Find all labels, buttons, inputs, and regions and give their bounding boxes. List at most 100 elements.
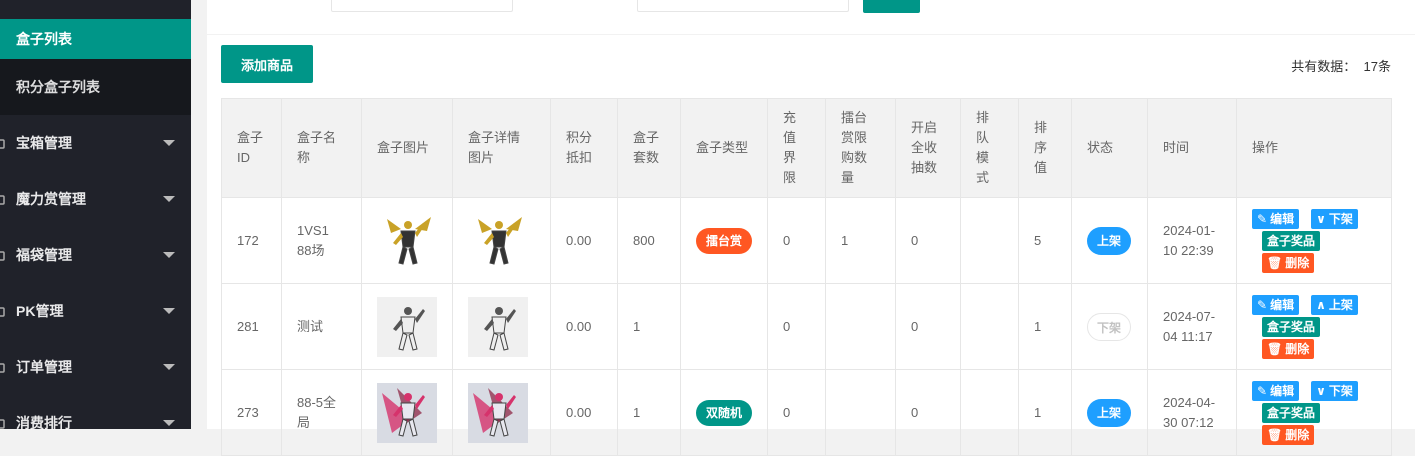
box-prize-button[interactable]: 盒子奖品 [1262, 230, 1321, 251]
delete-icon: 🗑 [1267, 427, 1283, 442]
sidebar-menu-4[interactable]: 订单管理 [0, 339, 191, 395]
search-input-2[interactable] [637, 0, 849, 12]
edit-button[interactable]: ✎ 编辑 [1252, 380, 1300, 401]
button-label: 盒子奖品 [1267, 233, 1316, 248]
box-prize-button[interactable]: 盒子奖品 [1262, 316, 1321, 337]
cell-sort: 5 [1018, 197, 1072, 284]
column-header: 排队模式 [960, 98, 1019, 198]
cell-time: 2024-07- 04 11:17 [1147, 283, 1237, 370]
search-button[interactable] [863, 0, 920, 13]
search-input-1[interactable] [331, 0, 513, 12]
cell-line: 测试 [297, 318, 324, 334]
header-text: 盒子 [237, 130, 264, 145]
cell-limit [825, 369, 896, 456]
cell-line: 2024-04- [1163, 394, 1216, 410]
button-label: 上架 [1328, 297, 1353, 312]
delete-button[interactable]: 🗑 删除 [1262, 424, 1315, 445]
delete-icon: 🗑 [1267, 255, 1283, 270]
header-text: 盒子 [633, 130, 660, 145]
sidebar-item-points-box-list[interactable]: 积分盒子列表 [0, 59, 191, 115]
cell-recharge: 0 [767, 197, 826, 284]
header-text: 操作 [1252, 140, 1279, 155]
table-row: 281 测试 0.00 1 0 0 1 下架 2024-07- 04 11:17 ✎ 编辑 ∧ 上架 盒子… [221, 283, 1392, 370]
unlist-button[interactable]: ∨ 下架 [1311, 380, 1358, 401]
cell-line: 2024-01- [1163, 222, 1216, 238]
button-label: 编辑 [1270, 297, 1295, 312]
sidebar-menu-5[interactable]: 消费排行 [0, 395, 191, 451]
delete-button[interactable]: 🗑 删除 [1262, 252, 1315, 273]
divider [207, 34, 1415, 35]
header-text: 状态 [1087, 140, 1114, 155]
cell-queue [960, 197, 1019, 284]
sidebar-menu-1[interactable]: 魔力赏管理 [0, 171, 191, 227]
edit-button[interactable]: ✎ 编辑 [1252, 294, 1300, 315]
sidebar-item-label: 盒子列表 [16, 31, 72, 47]
total-label: 共有数据： [1291, 59, 1357, 74]
status-toggle[interactable]: 上架 [1087, 398, 1131, 427]
type-badge: 双随机 [696, 399, 752, 426]
unlist-button[interactable]: ∨ 下架 [1311, 208, 1358, 229]
actions-group: ✎ 编辑 ∨ 下架盒子奖品 🗑 删除 [1252, 208, 1382, 273]
edit-button[interactable]: ✎ 编辑 [1252, 208, 1300, 229]
header-text: 排 [1034, 120, 1048, 135]
sidebar-menu-0[interactable]: 宝箱管理 [0, 115, 191, 171]
button-label: 盒子奖品 [1267, 405, 1316, 420]
cell-text: 1 [633, 404, 641, 420]
cell-image [361, 369, 453, 456]
list-button[interactable]: ∧ 上架 [1311, 294, 1358, 315]
delete-button[interactable]: 🗑 删除 [1262, 338, 1315, 359]
header-text: 序 [1034, 140, 1048, 155]
header-text: 值 [783, 130, 797, 145]
header-text: 盒子图片 [377, 140, 430, 155]
cell-image [361, 197, 453, 284]
column-header: 盒子名称 [281, 98, 362, 198]
figure-thumbnail [377, 296, 437, 357]
cell-line: 局 [297, 414, 311, 430]
sidebar-item-box-list[interactable]: 盒子列表 [0, 19, 191, 59]
cell-image [361, 283, 453, 370]
column-header: 状态 [1071, 98, 1148, 198]
box-prize-button[interactable]: 盒子奖品 [1262, 402, 1321, 423]
cell-text: 1 [841, 232, 849, 248]
sidebar-menu-label: 订单管理 [16, 359, 72, 375]
column-header: 盒子 套数 [617, 98, 681, 198]
status-toggle[interactable]: 下架 [1087, 312, 1131, 341]
button-label: 编辑 [1270, 383, 1295, 398]
cell-actions: ✎ 编辑 ∧ 上架 盒子奖品 🗑 删除 [1236, 283, 1392, 370]
header-text: 值 [1034, 160, 1048, 175]
header-text: 盒子类型 [696, 140, 749, 155]
add-product-button[interactable]: 添加商品 [221, 45, 313, 83]
edit-icon: ✎ [1257, 383, 1268, 398]
caret-down-icon [163, 420, 175, 426]
cell-text: 800 [633, 232, 655, 248]
cell-line: 2024-07- [1163, 308, 1216, 324]
cell-sets: 800 [617, 197, 681, 284]
header-text: 擂台 [841, 110, 868, 125]
sidebar-menu-label: 福袋管理 [16, 247, 72, 263]
menu-icon [0, 139, 5, 149]
button-label: 下架 [1328, 211, 1353, 226]
button-label: 编辑 [1270, 211, 1295, 226]
type-badge: 擂台赏 [696, 227, 752, 254]
column-header: 积分 抵扣 [550, 98, 618, 198]
caret-down-icon [163, 196, 175, 202]
cell-line: 1VS1 [297, 222, 329, 238]
column-header: 盒子详情 图片 [452, 98, 551, 198]
table-row: 172 1VS1 88场 0.00 800 擂台赏 0 1 0 5 上架 2024-01- 10 22… [221, 197, 1392, 284]
header-text: 时间 [1163, 140, 1190, 155]
header-text: 图片 [468, 150, 495, 165]
sidebar-menu-3[interactable]: PK管理 [0, 283, 191, 339]
header-text: 抵扣 [566, 150, 593, 165]
status-toggle[interactable]: 上架 [1087, 226, 1131, 255]
sidebar-menu-2[interactable]: 福袋管理 [0, 227, 191, 283]
header-text: 套数 [633, 150, 660, 165]
figure-thumbnail [377, 382, 437, 443]
cell-limit [825, 283, 896, 370]
sidebar-item-label: 积分盒子列表 [16, 79, 100, 95]
column-header: 开启 全收 抽数 [895, 98, 961, 198]
column-header: 擂台 赏限 购数量 [825, 98, 896, 198]
cell-detail-image [452, 369, 551, 456]
cell-full-draw: 0 [895, 283, 961, 370]
sidebar-menu-label: 宝箱管理 [16, 135, 72, 151]
cell-points: 0.00 [550, 369, 618, 456]
